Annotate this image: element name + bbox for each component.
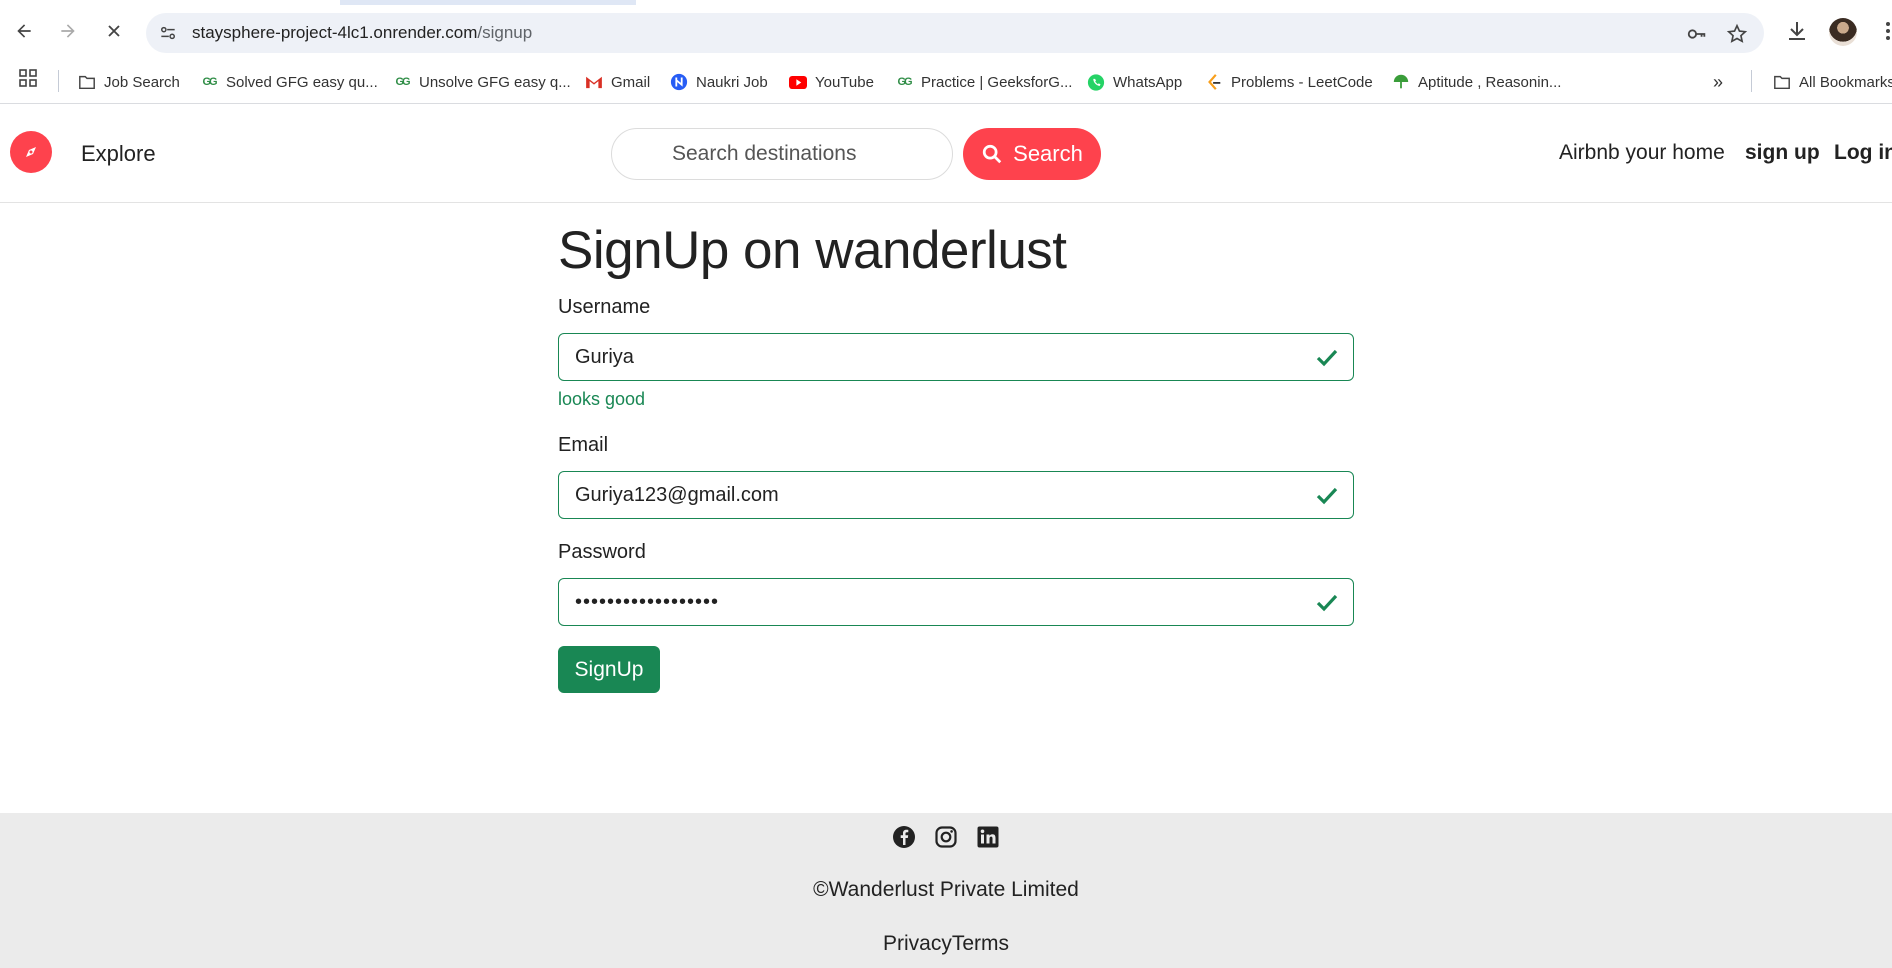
bookmark-youtube[interactable]: YouTube — [789, 71, 874, 93]
address-bar[interactable]: staysphere-project-4lc1.onrender.com/sig… — [146, 13, 1764, 53]
valid-check-icon — [1315, 346, 1339, 370]
password-label: Password — [558, 541, 646, 563]
bookmark-unsolve-gfg[interactable]: GG Unsolve GFG easy q... — [393, 71, 571, 93]
linkedin-icon[interactable] — [976, 825, 1000, 849]
apps-grid-icon[interactable] — [18, 68, 38, 88]
leetcode-icon — [1205, 73, 1223, 91]
username-field[interactable]: Guriya — [558, 333, 1354, 381]
bookmark-label: Aptitude , Reasonin... — [1418, 73, 1562, 91]
menu-dots-icon[interactable] — [1876, 19, 1892, 45]
site-footer: ©Wanderlust Private Limited PrivacyTerms — [0, 813, 1892, 968]
whatsapp-icon — [1087, 73, 1105, 91]
bookmark-star-icon[interactable] — [1726, 23, 1748, 45]
signup-link[interactable]: sign up — [1745, 141, 1820, 165]
bookmark-gmail[interactable]: Gmail — [585, 71, 650, 93]
gmail-icon — [585, 73, 603, 91]
bookmark-job-search[interactable]: Job Search — [78, 71, 180, 93]
stop-loading-icon[interactable] — [100, 17, 128, 45]
gfg-icon: GG — [395, 76, 410, 88]
bookmark-label: Gmail — [611, 73, 651, 91]
search-icon — [982, 144, 1002, 164]
bookmark-solved-gfg[interactable]: GG Solved GFG easy qu... — [200, 71, 378, 93]
username-valid-feedback: looks good — [558, 389, 646, 409]
valid-check-icon — [1315, 591, 1339, 615]
bookmark-label: Job Search — [104, 73, 180, 91]
site-info-icon[interactable] — [158, 23, 178, 43]
privacy-terms-links[interactable]: PrivacyTerms — [0, 932, 1892, 956]
login-link[interactable]: Log in — [1834, 141, 1892, 165]
page-title: SignUp on wanderlust — [558, 221, 1067, 280]
site-navbar: Explore Search destinations Search Airbn… — [0, 105, 1892, 203]
bookmark-label: Practice | GeeksforG... — [921, 73, 1073, 91]
more-bookmarks-icon[interactable]: » — [1713, 71, 1723, 93]
bookmarks-separator — [58, 70, 59, 92]
profile-avatar[interactable] — [1829, 18, 1857, 46]
email-value: Guriya123@gmail.com — [575, 484, 779, 506]
bookmark-label: Naukri Job — [696, 73, 768, 91]
password-key-icon[interactable] — [1686, 23, 1708, 45]
bookmark-label: Unsolve GFG easy q... — [419, 73, 571, 91]
bookmark-practice-gfg[interactable]: GG Practice | GeeksforG... — [895, 71, 1072, 93]
gfg-icon: GG — [897, 76, 912, 88]
forward-icon[interactable] — [54, 17, 82, 45]
all-bookmarks[interactable]: All Bookmarks — [1773, 71, 1892, 93]
signup-submit-button[interactable]: SignUp — [558, 646, 660, 693]
naukri-icon — [670, 73, 688, 91]
search-button-label: Search — [1013, 141, 1083, 166]
instagram-icon[interactable] — [934, 825, 958, 849]
bookmark-label: Solved GFG easy qu... — [226, 73, 378, 91]
all-bookmarks-label: All Bookmarks — [1799, 73, 1892, 91]
youtube-icon — [789, 73, 807, 91]
password-value: •••••••••••••••••• — [575, 591, 720, 613]
email-label: Email — [558, 434, 609, 456]
bookmarks-separator — [1751, 70, 1752, 92]
gfg-icon: GG — [202, 76, 217, 88]
search-button[interactable]: Search — [963, 128, 1101, 180]
aptitude-icon — [1392, 73, 1410, 91]
bookmark-whatsapp[interactable]: WhatsApp — [1087, 71, 1182, 93]
folder-icon — [78, 73, 96, 91]
bookmark-naukri[interactable]: Naukri Job — [670, 71, 768, 93]
username-value: Guriya — [575, 346, 634, 368]
social-links — [892, 825, 1000, 849]
compass-logo-icon[interactable] — [10, 131, 52, 173]
search-input[interactable]: Search destinations — [611, 128, 953, 180]
browser-toolbar: staysphere-project-4lc1.onrender.com/sig… — [0, 5, 1892, 60]
email-field[interactable]: Guriya123@gmail.com — [558, 471, 1354, 519]
explore-link[interactable]: Explore — [81, 141, 156, 167]
password-field[interactable]: •••••••••••••••••• — [558, 578, 1354, 626]
back-icon[interactable] — [10, 17, 38, 45]
username-label: Username — [558, 296, 651, 318]
bookmark-aptitude[interactable]: Aptitude , Reasonin... — [1392, 71, 1561, 93]
bookmark-label: WhatsApp — [1113, 73, 1183, 91]
bookmark-label: YouTube — [815, 73, 874, 91]
bookmark-leetcode[interactable]: Problems - LeetCode — [1205, 71, 1373, 93]
folder-icon — [1773, 73, 1791, 91]
downloads-icon[interactable] — [1785, 19, 1811, 45]
valid-check-icon — [1315, 484, 1339, 508]
facebook-icon[interactable] — [892, 825, 916, 849]
bookmark-label: Problems - LeetCode — [1231, 73, 1373, 91]
url-text: staysphere-project-4lc1.onrender.com/sig… — [192, 23, 533, 42]
airbnb-your-home-link[interactable]: Airbnb your home — [1559, 141, 1725, 165]
copyright-text: ©Wanderlust Private Limited — [813, 878, 1079, 901]
